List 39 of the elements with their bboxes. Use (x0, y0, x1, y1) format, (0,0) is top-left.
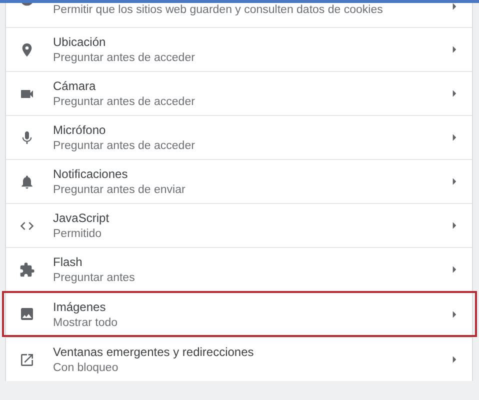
settings-row[interactable]: Notificaciones Preguntar antes de enviar (6, 159, 472, 203)
arrow-right-icon (452, 266, 457, 273)
settings-row[interactable]: Imágenes Mostrar todo (2, 291, 477, 337)
setting-title: Cámara (53, 79, 97, 93)
setting-title: Micrófono (53, 123, 107, 137)
arrow-right-icon (452, 178, 457, 185)
arrow-right-icon (452, 134, 457, 141)
arrow-right-icon (452, 3, 457, 10)
settings-row[interactable]: Ubicación Preguntar antes de acceder (6, 27, 472, 71)
settings-row[interactable]: Permitir que los sitios web guarden y consulten datos de cookies (6, 3, 472, 27)
arrow-right-icon (452, 356, 457, 363)
setting-title: Flash (53, 255, 84, 269)
setting-status: Preguntar antes de acceder (53, 52, 196, 64)
arrow-right-icon (452, 310, 457, 318)
arrow-right-icon (452, 46, 457, 53)
setting-title: Ubicación (53, 35, 107, 49)
bell-icon (19, 174, 35, 190)
settings-row[interactable]: JavaScript Permitido (6, 203, 472, 247)
setting-status: Mostrar todo (53, 316, 119, 328)
image-icon (19, 306, 35, 322)
settings-row[interactable]: Micrófono Preguntar antes de acceder (6, 115, 472, 159)
setting-status: Preguntar antes de acceder (53, 140, 196, 152)
puzzle-piece-icon (19, 262, 35, 278)
setting-title: JavaScript (53, 211, 110, 225)
setting-status: Preguntar antes de enviar (53, 184, 186, 196)
setting-status: Preguntar antes de acceder (53, 96, 196, 108)
setting-status: Permitido (53, 228, 103, 240)
setting-status: Con bloqueo (53, 362, 120, 374)
setting-title: Notificaciones (53, 167, 129, 181)
setting-title: Imágenes (53, 300, 107, 314)
arrow-right-icon (452, 90, 457, 97)
arrow-right-icon (452, 222, 457, 229)
settings-row[interactable]: Cámara Preguntar antes de acceder (6, 71, 472, 115)
open-in-new-icon (19, 352, 35, 368)
setting-title: Ventanas emergentes y redirecciones (53, 345, 255, 359)
settings-row[interactable]: Flash Preguntar antes (6, 247, 472, 291)
setting-status: Preguntar antes (53, 272, 136, 284)
setting-status: Permitir que los sitios web guarden y consulten datos de cookies (53, 4, 384, 16)
settings-row[interactable]: Ventanas emergentes y redirecciones Con bloqueo (6, 337, 472, 381)
